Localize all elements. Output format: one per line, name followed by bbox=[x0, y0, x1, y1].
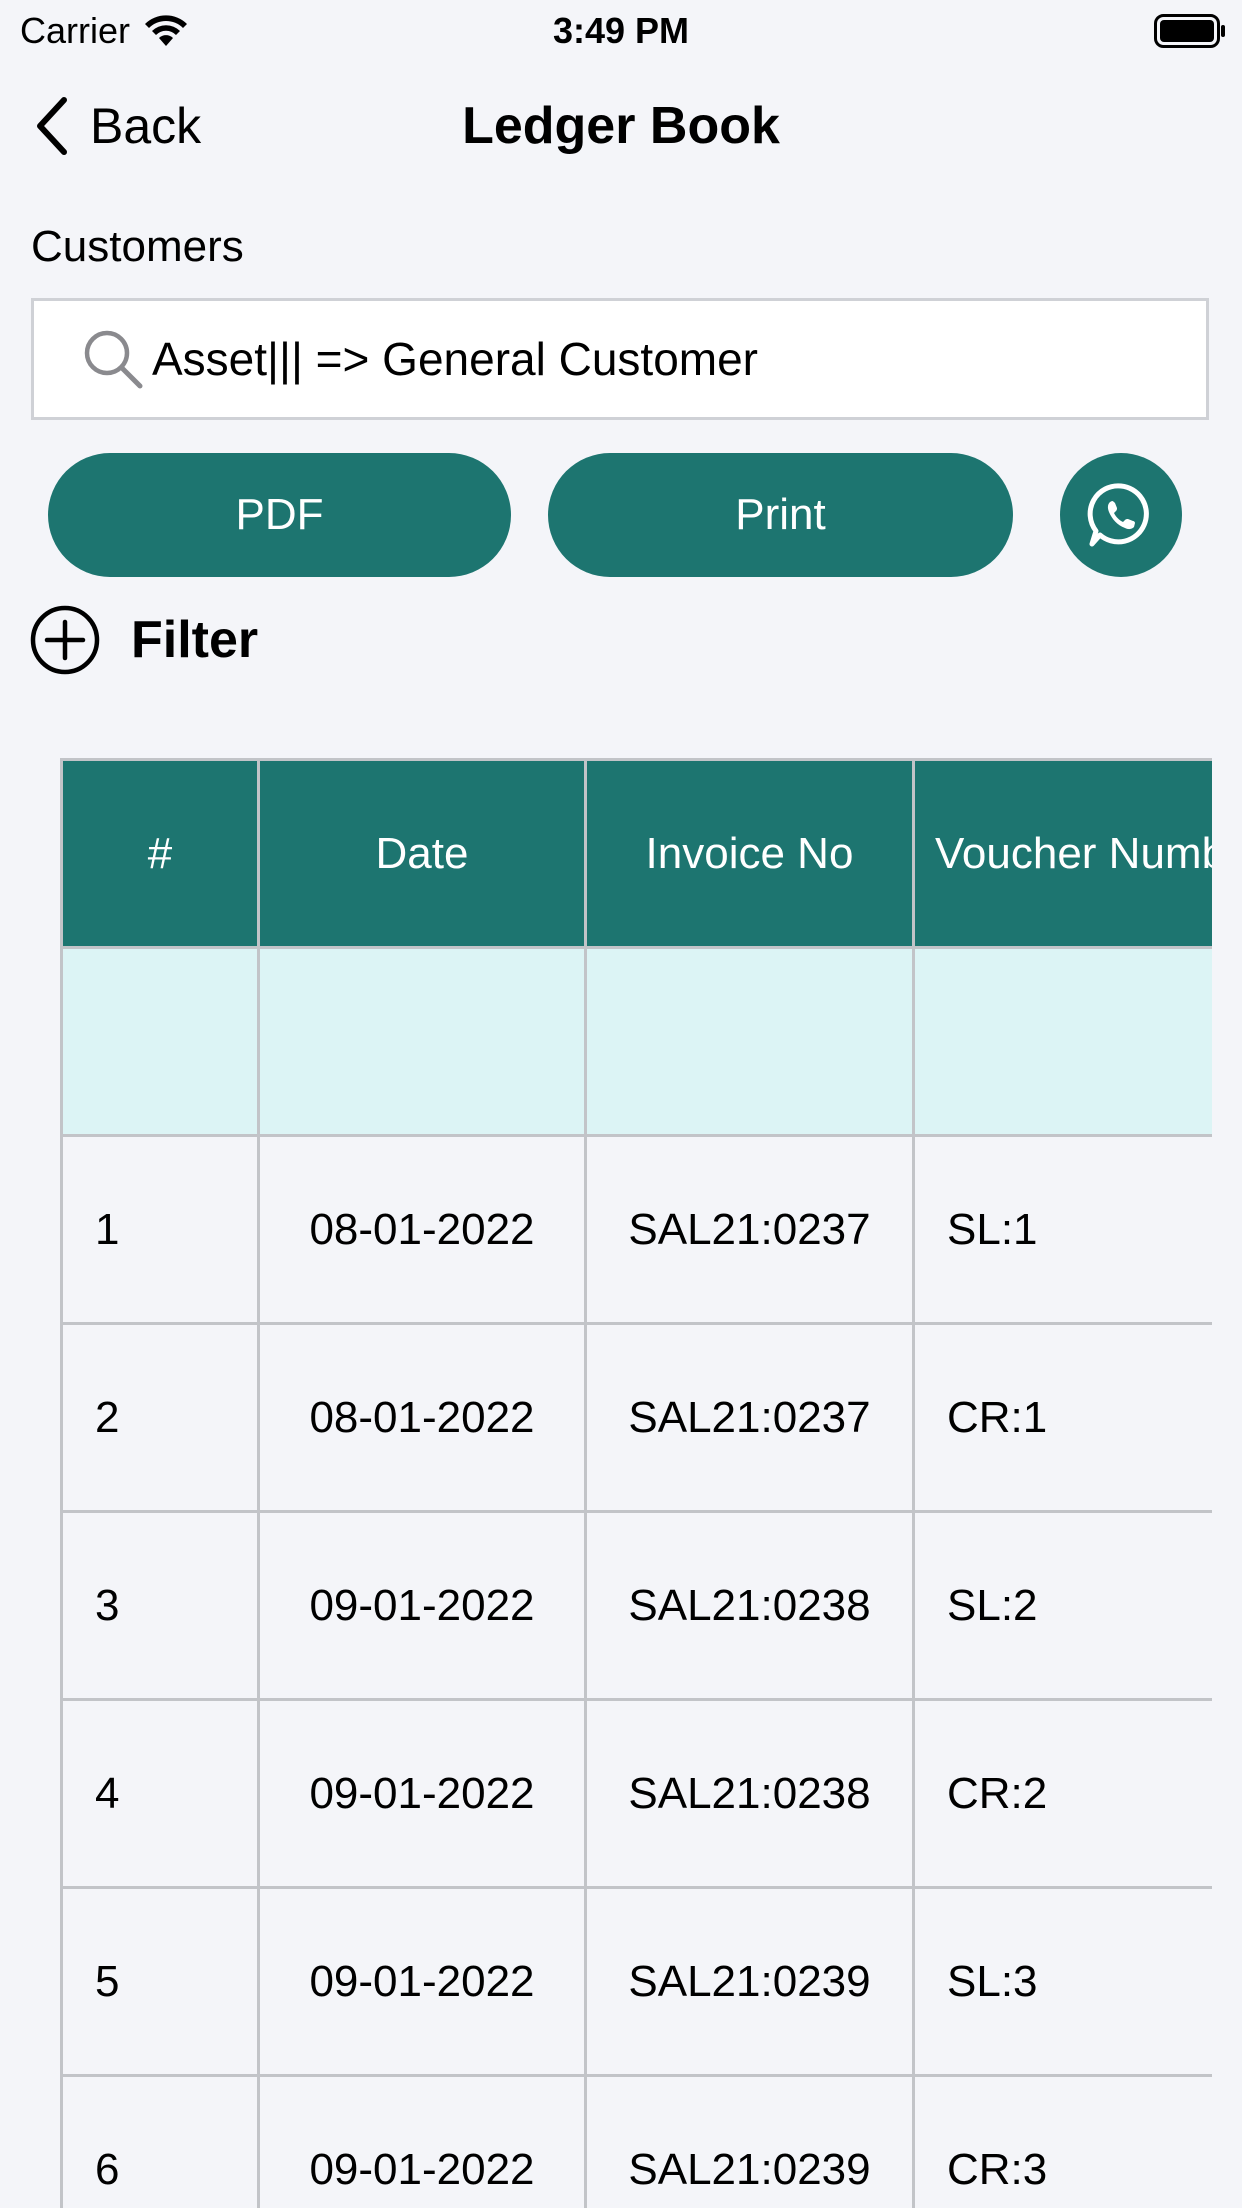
summary-cell bbox=[60, 946, 260, 1137]
summary-cell bbox=[584, 946, 915, 1137]
row-voucher-number: CR:2 bbox=[912, 1698, 1212, 1889]
row-voucher-number: CR:1 bbox=[912, 1322, 1212, 1513]
status-bar: Carrier 3:49 PM bbox=[0, 0, 1242, 62]
page-title: Ledger Book bbox=[462, 97, 780, 155]
table-row[interactable]: 6 09-01-2022 SAL21:0239 CR:3 bbox=[60, 2074, 1212, 2208]
search-icon bbox=[84, 330, 143, 389]
summary-row bbox=[60, 946, 1212, 1137]
table-header-row: # Date Invoice No Voucher Number bbox=[60, 758, 1212, 949]
navigation-bar: Back Ledger Book bbox=[0, 88, 1242, 168]
table-row[interactable]: 3 09-01-2022 SAL21:0238 SL:2 bbox=[60, 1510, 1212, 1701]
customer-search-box[interactable] bbox=[31, 298, 1209, 420]
row-date: 09-01-2022 bbox=[257, 2074, 587, 2208]
pdf-button[interactable]: PDF bbox=[48, 453, 511, 577]
battery-icon bbox=[1154, 14, 1225, 48]
customer-search-input[interactable] bbox=[150, 331, 1154, 387]
row-number: 5 bbox=[60, 1886, 260, 2077]
table-row[interactable]: 1 08-01-2022 SAL21:0237 SL:1 bbox=[60, 1134, 1212, 1325]
row-invoice-no: SAL21:0237 bbox=[584, 1134, 915, 1325]
row-date: 08-01-2022 bbox=[257, 1134, 587, 1325]
row-invoice-no: SAL21:0238 bbox=[584, 1510, 915, 1701]
row-voucher-number: SL:3 bbox=[912, 1886, 1212, 2077]
row-date: 09-01-2022 bbox=[257, 1510, 587, 1701]
plus-circle-icon bbox=[30, 605, 100, 675]
column-header-invoice-no: Invoice No bbox=[584, 758, 915, 949]
print-button[interactable]: Print bbox=[548, 453, 1013, 577]
filter-toggle[interactable]: Filter bbox=[29, 604, 258, 676]
summary-cell bbox=[912, 946, 1212, 1137]
ledger-table: # Date Invoice No Voucher Number 1 08-01… bbox=[60, 758, 1212, 2208]
whatsapp-share-button[interactable] bbox=[1060, 453, 1182, 577]
row-invoice-no: SAL21:0239 bbox=[584, 2074, 915, 2208]
row-number: 1 bbox=[60, 1134, 260, 1325]
ledger-table-container[interactable]: # Date Invoice No Voucher Number 1 08-01… bbox=[60, 758, 1212, 2208]
table-row[interactable]: 4 09-01-2022 SAL21:0238 CR:2 bbox=[60, 1698, 1212, 1889]
summary-cell bbox=[257, 946, 587, 1137]
clock: 3:49 PM bbox=[552, 10, 690, 51]
row-voucher-number: CR:3 bbox=[912, 2074, 1212, 2208]
customers-label: Customers bbox=[31, 222, 244, 271]
row-number: 3 bbox=[60, 1510, 260, 1701]
whatsapp-icon bbox=[1087, 483, 1149, 547]
row-voucher-number: SL:2 bbox=[912, 1510, 1212, 1701]
row-invoice-no: SAL21:0237 bbox=[584, 1322, 915, 1513]
row-date: 09-01-2022 bbox=[257, 1698, 587, 1889]
column-header-voucher-number: Voucher Number bbox=[912, 758, 1212, 949]
row-number: 2 bbox=[60, 1322, 260, 1513]
column-header-number: # bbox=[60, 758, 260, 949]
row-number: 4 bbox=[60, 1698, 260, 1889]
row-invoice-no: SAL21:0239 bbox=[584, 1886, 915, 2077]
row-date: 09-01-2022 bbox=[257, 1886, 587, 2077]
table-row[interactable]: 5 09-01-2022 SAL21:0239 SL:3 bbox=[60, 1886, 1212, 2077]
row-voucher-number: SL:1 bbox=[912, 1134, 1212, 1325]
row-number: 6 bbox=[60, 2074, 260, 2208]
filter-label: Filter bbox=[131, 611, 259, 669]
row-invoice-no: SAL21:0238 bbox=[584, 1698, 915, 1889]
column-header-date: Date bbox=[257, 758, 587, 949]
table-row[interactable]: 2 08-01-2022 SAL21:0237 CR:1 bbox=[60, 1322, 1212, 1513]
row-date: 08-01-2022 bbox=[257, 1322, 587, 1513]
